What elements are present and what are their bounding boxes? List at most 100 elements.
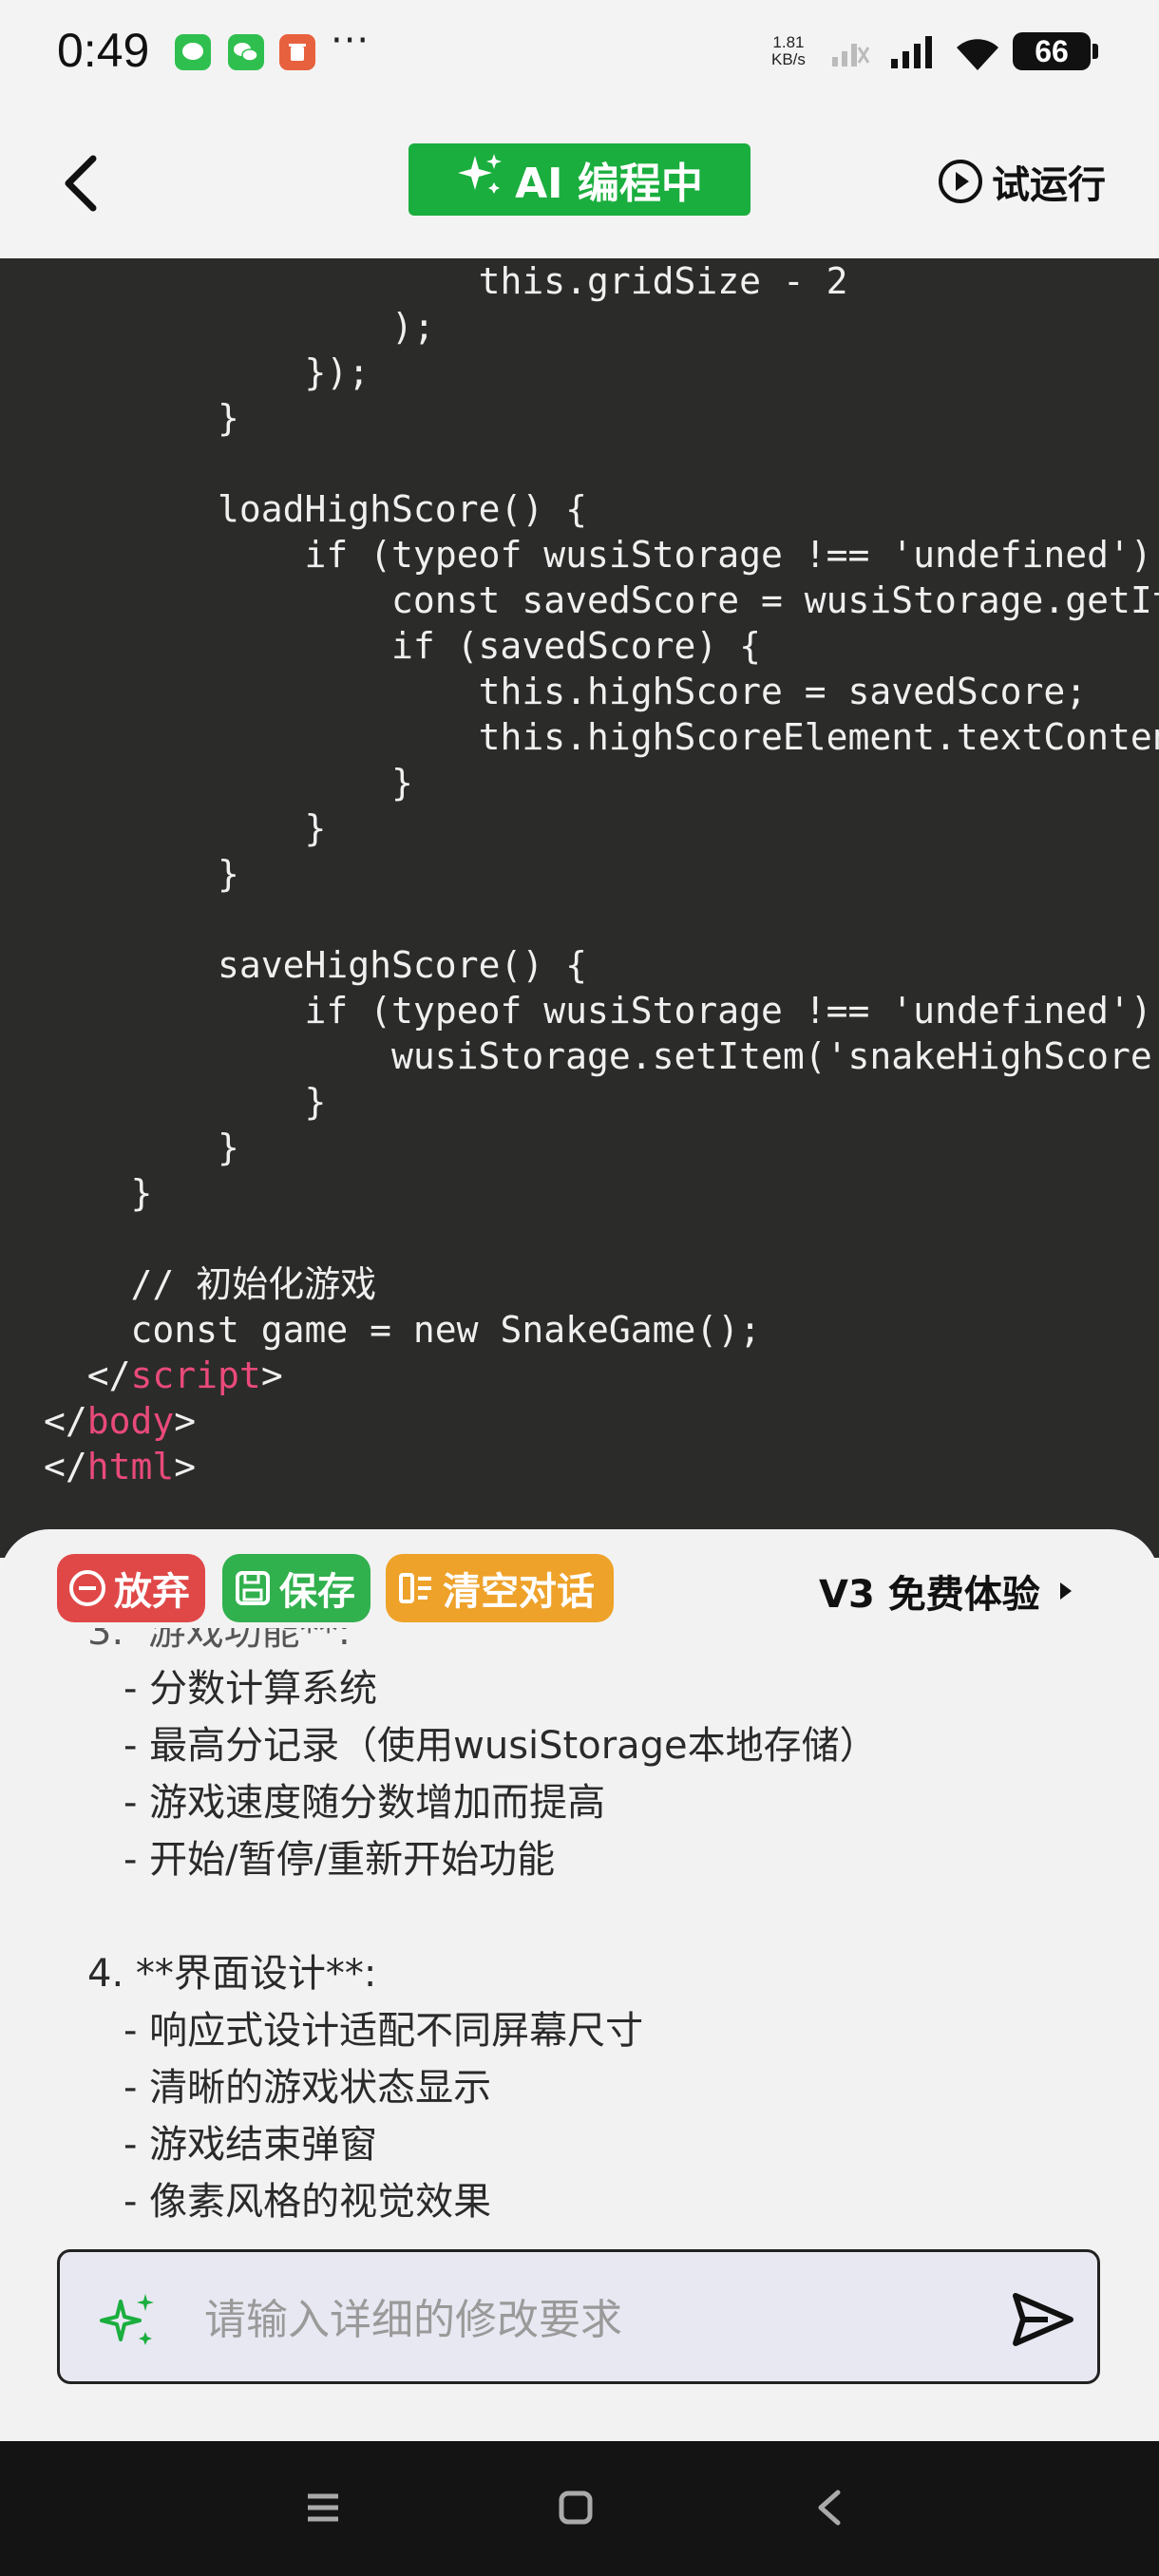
code-line: if (savedScore) { bbox=[44, 623, 1159, 669]
chat-message: 3. 游戏功能**: - 分数计算系统 - 最高分记录（使用wusiStorage… bbox=[0, 1628, 1159, 2331]
code-line: }); bbox=[44, 350, 1159, 395]
discard-button[interactable]: 放弃 bbox=[57, 1554, 205, 1622]
save-label: 保存 bbox=[279, 1570, 355, 1614]
status-bar: 0:49 ··· 1.81 KB/s 66 bbox=[0, 0, 1159, 109]
code-text: saveHighScore() { bbox=[218, 944, 587, 986]
code-line: if (typeof wusiStorage !== 'undefined') … bbox=[44, 988, 1159, 1033]
code-text: const game = new SnakeGame(); bbox=[130, 1309, 761, 1351]
closing-tag-open: </ bbox=[44, 1446, 87, 1487]
closing-tag-indent bbox=[44, 1354, 87, 1396]
code-viewer[interactable]: this.gridSize - 2 ); }); } loadHighScore… bbox=[0, 258, 1159, 1558]
closing-tag-close: > bbox=[260, 1354, 283, 1396]
message-icon bbox=[175, 34, 211, 70]
more-notifications: ··· bbox=[331, 19, 370, 63]
code-line: } bbox=[44, 395, 1159, 441]
signal-icon bbox=[889, 34, 939, 74]
v3-free-trial-link[interactable]: V3 免费体验 bbox=[819, 1563, 1074, 1619]
code-text: if (savedScore) { bbox=[391, 625, 761, 667]
net-speed: 1.81 KB/s bbox=[771, 34, 806, 68]
discard-label: 放弃 bbox=[114, 1570, 190, 1614]
save-icon bbox=[236, 1571, 270, 1605]
chat-partial-heading: 3. 游戏功能**: bbox=[87, 1628, 352, 1654]
prompt-input[interactable] bbox=[202, 2281, 1023, 2358]
net-speed-unit: KB/s bbox=[771, 50, 806, 68]
code-line: if (typeof wusiStorage !== 'undefined') … bbox=[44, 532, 1159, 578]
notification-app-icon bbox=[279, 34, 315, 70]
chat-list-item: - 响应式设计适配不同屏幕尺寸 bbox=[124, 2009, 644, 2053]
chat-list-item: - 游戏速度随分数增加而提高 bbox=[124, 1781, 606, 1825]
closing-tag-close: > bbox=[174, 1400, 197, 1442]
sparkle-icon bbox=[96, 2288, 162, 2358]
code-line: this.gridSize - 2 bbox=[44, 258, 1159, 304]
code-text: this.gridSize - 2 bbox=[478, 260, 848, 302]
code-text: loadHighScore() { bbox=[218, 488, 587, 530]
chevron-left-icon bbox=[65, 155, 97, 212]
play-circle-icon bbox=[939, 160, 982, 203]
home-icon[interactable] bbox=[555, 2487, 597, 2532]
chat-list-item: - 像素风格的视觉效果 bbox=[124, 2180, 492, 2224]
code-line: ); bbox=[44, 304, 1159, 350]
closing-tag-line: </body> bbox=[44, 1398, 1159, 1444]
wechat-icon bbox=[228, 34, 264, 70]
closing-tag-name: script bbox=[130, 1354, 261, 1396]
send-button[interactable] bbox=[1010, 2286, 1076, 2353]
status-time: 0:49 bbox=[57, 24, 150, 77]
net-speed-value: 1.81 bbox=[772, 33, 805, 51]
code-line: const game = new SnakeGame(); bbox=[44, 1307, 1159, 1353]
code-line: saveHighScore() { bbox=[44, 942, 1159, 988]
code-text: } bbox=[218, 1127, 239, 1168]
closing-tag-name: html bbox=[86, 1446, 175, 1487]
code-text: } bbox=[130, 1172, 153, 1214]
menu-icon[interactable] bbox=[302, 2487, 344, 2532]
minus-circle-icon bbox=[69, 1570, 105, 1606]
save-button[interactable]: 保存 bbox=[222, 1554, 370, 1622]
code-line: } bbox=[44, 851, 1159, 897]
code-text: } bbox=[391, 762, 413, 804]
ai-status-title: AI 编程中 bbox=[515, 160, 703, 208]
back-button[interactable] bbox=[53, 145, 110, 221]
code-text: ); bbox=[391, 306, 435, 348]
closing-tag-name: body bbox=[86, 1400, 175, 1442]
chat-list-item: - 开始/暂停/重新开始功能 bbox=[124, 1838, 556, 1882]
prompt-input-box bbox=[57, 2249, 1100, 2384]
chat-list-item: - 最高分记录（使用wusiStorage本地存储） bbox=[124, 1724, 878, 1768]
code-line: } bbox=[44, 805, 1159, 851]
back-icon[interactable] bbox=[809, 2487, 851, 2532]
battery-indicator: 66 bbox=[1013, 32, 1091, 70]
closing-tag-open: </ bbox=[86, 1354, 131, 1396]
chat-heading: 4. **界面设计**: bbox=[87, 1952, 377, 1996]
trial-run-label: 试运行 bbox=[992, 163, 1106, 207]
code-line: } bbox=[44, 1125, 1159, 1170]
code-text: if (typeof wusiStorage !== 'undefined') … bbox=[304, 534, 1159, 576]
code-text: const savedScore = wusiStorage.getItem('… bbox=[391, 579, 1159, 621]
wifi-icon bbox=[952, 34, 1003, 76]
code-text: this.highScore = savedScore; bbox=[478, 671, 1088, 712]
trial-run-button[interactable]: 试运行 bbox=[937, 153, 1106, 210]
code-text: } bbox=[304, 1081, 327, 1123]
ai-status-badge: AI 编程中 bbox=[408, 143, 750, 216]
code-line: wusiStorage.setItem('snakeHighScore', th… bbox=[44, 1033, 1159, 1079]
app-header: AI 编程中 试运行 bbox=[0, 109, 1159, 258]
closing-tag-open: </ bbox=[44, 1400, 87, 1442]
chat-list-item: - 分数计算系统 bbox=[124, 1667, 378, 1711]
code-line: } bbox=[44, 1170, 1159, 1216]
code-line: } bbox=[44, 760, 1159, 805]
v3-free-trial-label: V3 免费体验 bbox=[819, 1573, 1040, 1617]
clear-chat-label: 清空对话 bbox=[443, 1570, 595, 1614]
clear-chat-button[interactable]: 清空对话 bbox=[386, 1554, 614, 1622]
